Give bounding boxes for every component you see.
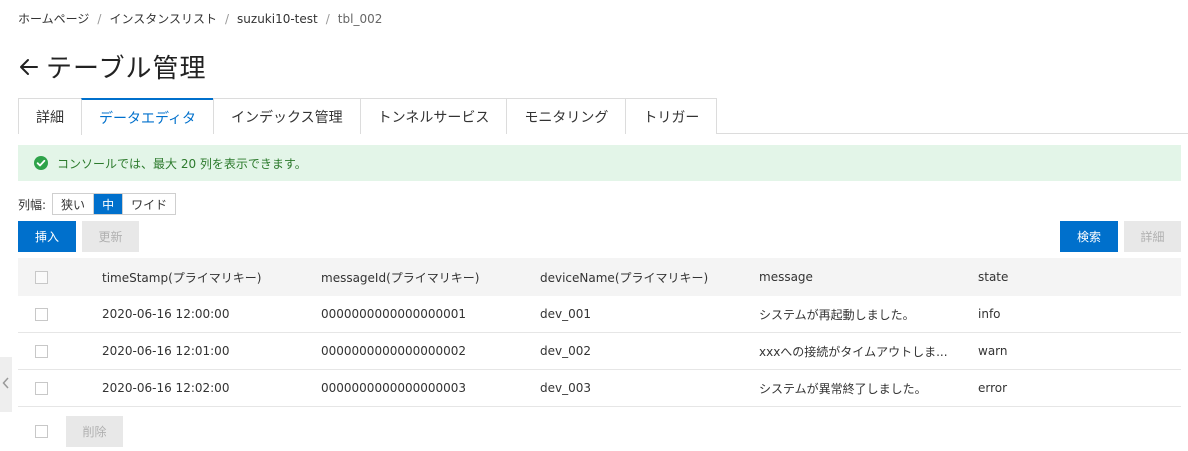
search-button[interactable]: 検索	[1060, 221, 1118, 252]
row-checkbox[interactable]	[35, 381, 48, 395]
breadcrumb-instance-list[interactable]: インスタンスリスト	[109, 10, 217, 27]
select-all-checkbox[interactable]	[35, 270, 48, 284]
cell-message: システムが再起動しました。	[759, 307, 915, 322]
breadcrumb: ホームページ / インスタンスリスト / suzuki10-test / tbl…	[18, 10, 382, 27]
tab-data-editor[interactable]: データエディタ	[81, 98, 214, 135]
cell-messageid: 0000000000000000001	[321, 307, 467, 321]
cell-state: error	[978, 381, 1008, 395]
alert-text: コンソールでは、最大 20 列を表示できます。	[57, 156, 307, 171]
cell-timestamp: 2020-06-16 12:00:00	[102, 307, 230, 321]
table-row[interactable]: 2020-06-16 12:00:00 0000000000000000001 …	[18, 296, 1181, 333]
cell-message: xxxへの接続がタイムアウトしま...	[759, 344, 948, 359]
tab-bar: 詳細 データエディタ インデックス管理 トンネルサービス モニタリング トリガー	[18, 98, 1188, 135]
tab-monitoring[interactable]: モニタリング	[506, 98, 626, 134]
breadcrumb-separator: /	[224, 11, 230, 26]
tab-tunnel-service[interactable]: トンネルサービス	[359, 98, 507, 134]
cell-devicename: dev_003	[540, 381, 592, 395]
delete-button[interactable]: 削除	[66, 416, 123, 447]
cell-state: info	[978, 307, 1001, 321]
column-header-messageid[interactable]: messageId(プライマリキー)	[321, 269, 540, 286]
table-header: timeStamp(プライマリキー) messageId(プライマリキー) de…	[18, 258, 1181, 296]
column-header-message[interactable]: message	[759, 270, 978, 284]
info-alert: コンソールでは、最大 20 列を表示できます。	[18, 145, 1181, 181]
cell-message: システムが異常終了しました。	[759, 381, 927, 396]
cell-messageid: 0000000000000000002	[321, 344, 467, 358]
detail-button[interactable]: 詳細	[1124, 221, 1181, 252]
column-width-selector: 列幅: 狭い 中 ワイド	[18, 193, 177, 215]
cell-timestamp: 2020-06-16 12:01:00	[102, 344, 230, 358]
column-width-segmented: 狭い 中 ワイド	[52, 193, 177, 215]
breadcrumb-instance[interactable]: suzuki10-test	[237, 12, 318, 26]
page-header: テーブル管理	[18, 48, 206, 85]
column-width-label: 列幅:	[18, 197, 47, 212]
data-table: timeStamp(プライマリキー) messageId(プライマリキー) de…	[18, 258, 1181, 407]
table-row[interactable]: 2020-06-16 12:02:00 0000000000000000003 …	[18, 370, 1181, 407]
check-circle-icon	[33, 155, 49, 171]
row-checkbox[interactable]	[35, 307, 48, 321]
tab-index-management[interactable]: インデックス管理	[213, 98, 360, 134]
arrow-left-icon[interactable]	[18, 56, 40, 78]
breadcrumb-table: tbl_002	[337, 11, 383, 26]
column-header-timestamp[interactable]: timeStamp(プライマリキー)	[102, 269, 321, 286]
insert-button[interactable]: 挿入	[18, 221, 76, 252]
footer-select-all-checkbox[interactable]	[35, 425, 48, 438]
width-wide-option[interactable]: ワイド	[123, 194, 176, 214]
table-footer: 削除	[18, 416, 123, 447]
width-medium-option[interactable]: 中	[94, 194, 124, 214]
breadcrumb-separator: /	[325, 11, 330, 26]
column-header-state[interactable]: state	[978, 270, 1128, 284]
breadcrumb-home[interactable]: ホームページ	[18, 10, 89, 27]
breadcrumb-separator: /	[97, 11, 102, 26]
update-button[interactable]: 更新	[82, 221, 139, 252]
width-narrow-option[interactable]: 狭い	[53, 194, 95, 214]
cell-state: warn	[978, 344, 1008, 358]
chevron-left-icon	[2, 377, 10, 392]
cell-devicename: dev_001	[540, 307, 592, 321]
sidebar-toggle-handle[interactable]	[0, 357, 12, 412]
cell-timestamp: 2020-06-16 12:02:00	[102, 381, 230, 395]
cell-devicename: dev_002	[540, 344, 592, 358]
table-row[interactable]: 2020-06-16 12:01:00 0000000000000000002 …	[18, 333, 1181, 370]
tab-details[interactable]: 詳細	[18, 98, 81, 134]
row-checkbox[interactable]	[35, 344, 48, 358]
cell-messageid: 0000000000000000003	[321, 381, 467, 395]
column-header-devicename[interactable]: deviceName(プライマリキー)	[540, 269, 759, 286]
page-title: テーブル管理	[46, 54, 207, 84]
tab-trigger[interactable]: トリガー	[625, 98, 718, 134]
